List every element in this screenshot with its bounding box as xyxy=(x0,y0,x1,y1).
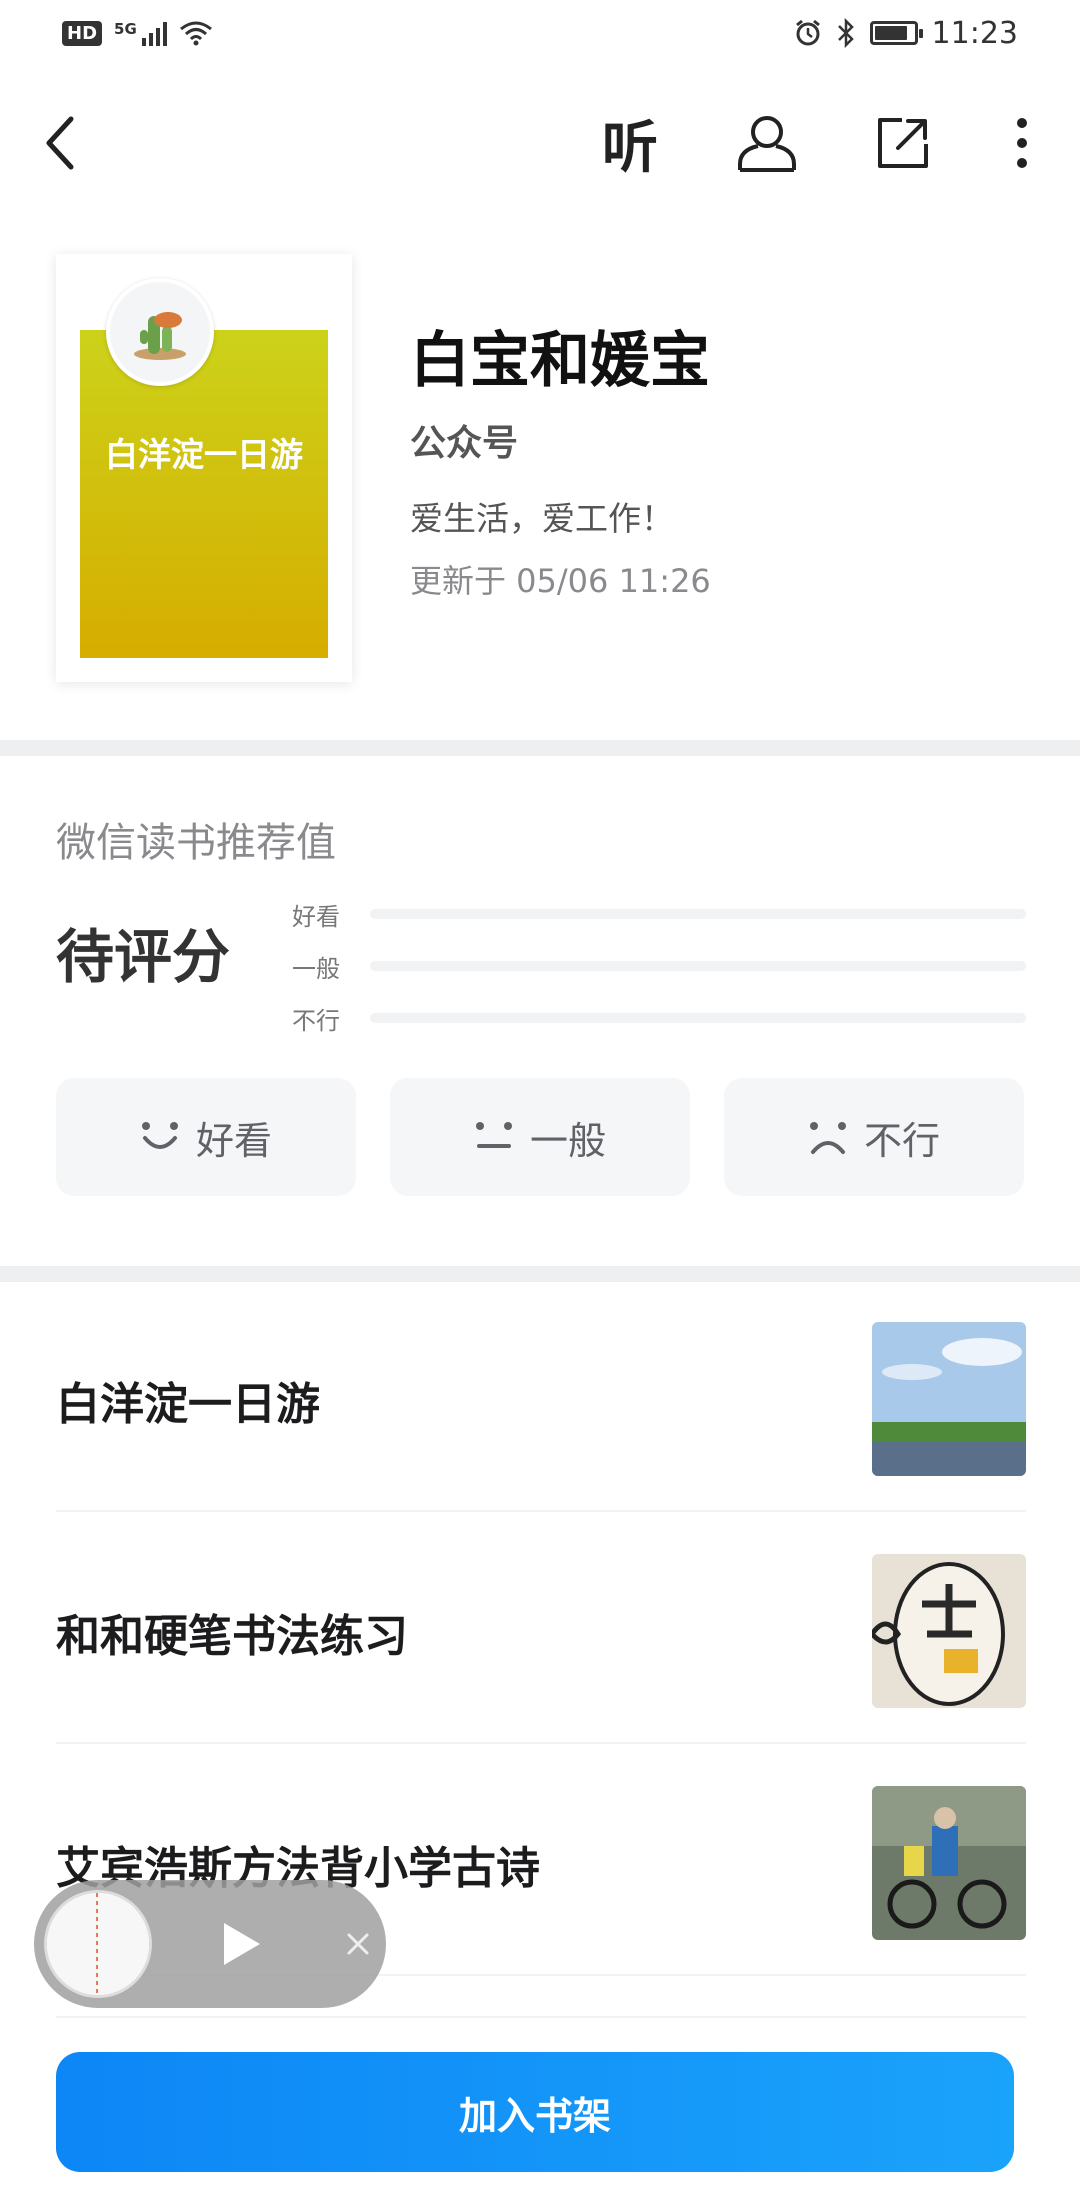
player-cover-art xyxy=(47,1893,149,1995)
article-thumbnail xyxy=(872,1322,1026,1476)
status-right: 11:23 xyxy=(794,16,1018,51)
rating-row-bad: 不行 xyxy=(292,992,1026,1044)
author-avatar xyxy=(106,278,214,386)
add-to-shelf-button[interactable]: 加入书架 xyxy=(56,2052,1014,2172)
smile-icon xyxy=(141,1122,178,1149)
vote-ok-button[interactable]: 一般 xyxy=(390,1078,690,1196)
rating-bar xyxy=(370,909,1026,919)
status-bar: HD 5G 11:23 xyxy=(0,0,1080,66)
cover-background: 白洋淀一日游 xyxy=(80,330,328,658)
book-cover[interactable]: 白洋淀一日游 xyxy=(56,254,352,682)
share-icon xyxy=(878,118,928,168)
back-button[interactable] xyxy=(30,98,90,188)
book-title: 白宝和媛宝 xyxy=(410,326,710,396)
wifi-icon xyxy=(179,21,212,46)
section-divider xyxy=(0,740,1080,756)
battery-level xyxy=(874,26,907,40)
rating-label: 不行 xyxy=(292,1006,340,1035)
play-button[interactable] xyxy=(212,1914,272,1974)
rating-row-ok: 一般 xyxy=(292,940,1026,992)
status-left: HD 5G xyxy=(62,20,213,46)
more-button[interactable] xyxy=(992,98,1052,188)
rating-label: 一般 xyxy=(292,954,340,983)
bluetooth-icon xyxy=(837,18,854,48)
vote-good-label: 好看 xyxy=(195,1118,272,1163)
rating-bar xyxy=(370,961,1026,971)
top-navigation: 听 xyxy=(0,98,1080,188)
author-button[interactable] xyxy=(722,98,812,188)
player-cover[interactable] xyxy=(44,1890,152,1998)
more-vertical-icon xyxy=(1017,118,1027,168)
signal-icon: 5G xyxy=(114,20,167,46)
hd-badge: HD xyxy=(62,20,103,46)
cactus-illustration xyxy=(134,312,186,360)
battery-icon xyxy=(869,21,923,45)
person-icon xyxy=(738,116,796,172)
vote-good-button[interactable]: 好看 xyxy=(56,1078,356,1196)
book-updated-time: 更新于 05/06 11:26 xyxy=(410,562,711,600)
rating-label: 好看 xyxy=(292,902,340,931)
article-thumbnail xyxy=(872,1786,1026,1940)
share-button[interactable] xyxy=(858,98,948,188)
chevron-left-icon xyxy=(46,116,74,170)
listen-button[interactable]: 听 xyxy=(585,98,675,188)
lake-photo xyxy=(872,1322,1026,1476)
book-type: 公众号 xyxy=(410,423,519,464)
article-item[interactable]: 白洋淀一日游 xyxy=(56,1280,1026,1512)
rating-bar xyxy=(370,1013,1026,1023)
book-description: 爱生活，爱工作！ xyxy=(410,499,674,538)
close-player-button[interactable] xyxy=(334,1920,382,1968)
article-thumbnail xyxy=(872,1554,1026,1708)
article-title: 白洋淀一日游 xyxy=(56,1379,320,1430)
rating-title: 微信读书推荐值 xyxy=(56,820,336,866)
bottom-separator xyxy=(56,2016,1026,2018)
rating-status: 待评分 xyxy=(56,923,231,991)
alarm-icon xyxy=(795,19,820,46)
article-title: 和和硬笔书法练习 xyxy=(56,1611,408,1662)
cyclists-photo xyxy=(872,1786,1026,1940)
cover-title: 白洋淀一日游 xyxy=(105,435,303,474)
article-item[interactable]: 和和硬笔书法练习 xyxy=(56,1512,1026,1744)
status-time: 11:23 xyxy=(931,15,1018,51)
floating-audio-player xyxy=(34,1880,386,2008)
neutral-face-icon xyxy=(475,1122,512,1148)
calligraphy-photo xyxy=(872,1554,1026,1708)
network-type: 5G xyxy=(114,20,137,38)
play-icon xyxy=(224,1923,260,1965)
rating-row-good: 好看 xyxy=(292,888,1026,940)
vote-ok-label: 一般 xyxy=(529,1118,606,1163)
sad-face-icon xyxy=(809,1122,846,1154)
close-icon xyxy=(347,1933,369,1955)
vote-bad-label: 不行 xyxy=(863,1118,940,1163)
vote-bad-button[interactable]: 不行 xyxy=(724,1078,1024,1196)
